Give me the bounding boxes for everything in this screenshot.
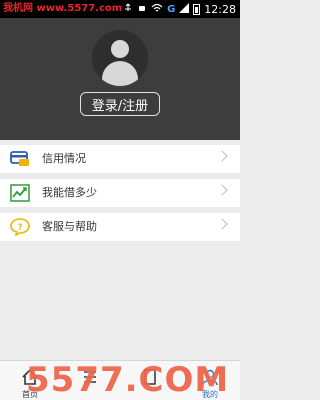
menu-list: 信用情况 我能借多少 ? 客服与帮助 xyxy=(0,145,240,247)
chevron-right-icon xyxy=(216,184,228,196)
list-icon xyxy=(81,371,99,390)
watermark-text: 我机网 www.5577.com xyxy=(3,3,123,14)
signal-icon xyxy=(179,2,190,16)
user-icon xyxy=(201,369,219,390)
battery-icon xyxy=(193,3,201,15)
bottom-nav: 首页 我的 xyxy=(0,360,240,400)
login-register-button[interactable]: 登录/注册 xyxy=(80,92,160,116)
nav-home-label: 首页 xyxy=(22,390,38,399)
nav-item-2[interactable] xyxy=(70,365,110,399)
trend-chart-icon xyxy=(10,184,30,202)
menu-item-label: 客服与帮助 xyxy=(42,220,97,233)
menu-item-borrow[interactable]: 我能借多少 xyxy=(0,179,240,207)
user-avatar-icon[interactable] xyxy=(92,30,148,86)
wifi-icon xyxy=(151,3,163,16)
profile-header: 登录/注册 xyxy=(0,18,240,140)
menu-item-credit[interactable]: 信用情况 xyxy=(0,145,240,173)
menu-item-label: 信用情况 xyxy=(42,152,86,165)
network-type: G xyxy=(167,3,176,15)
menu-item-help[interactable]: ? 客服与帮助 xyxy=(0,213,240,241)
chevron-right-icon xyxy=(216,218,228,230)
home-icon xyxy=(21,368,39,390)
help-bubble-icon: ? xyxy=(10,218,30,237)
android-icon xyxy=(137,3,147,16)
menu-item-label: 我能借多少 xyxy=(42,186,97,199)
usb-icon xyxy=(123,2,133,16)
nav-item-3[interactable] xyxy=(130,365,170,399)
status-icons: G 12:28 xyxy=(123,0,236,18)
clock: 12:28 xyxy=(204,2,236,16)
document-icon xyxy=(141,369,159,390)
svg-text:?: ? xyxy=(17,223,22,233)
nav-mine-label: 我的 xyxy=(202,390,218,399)
status-bar: 我机网 www.5577.com G 12:28 xyxy=(0,0,240,18)
nav-mine[interactable]: 我的 xyxy=(190,365,230,399)
nav-home[interactable]: 首页 xyxy=(10,365,50,399)
chevron-right-icon xyxy=(216,150,228,162)
credit-card-icon xyxy=(10,150,30,168)
